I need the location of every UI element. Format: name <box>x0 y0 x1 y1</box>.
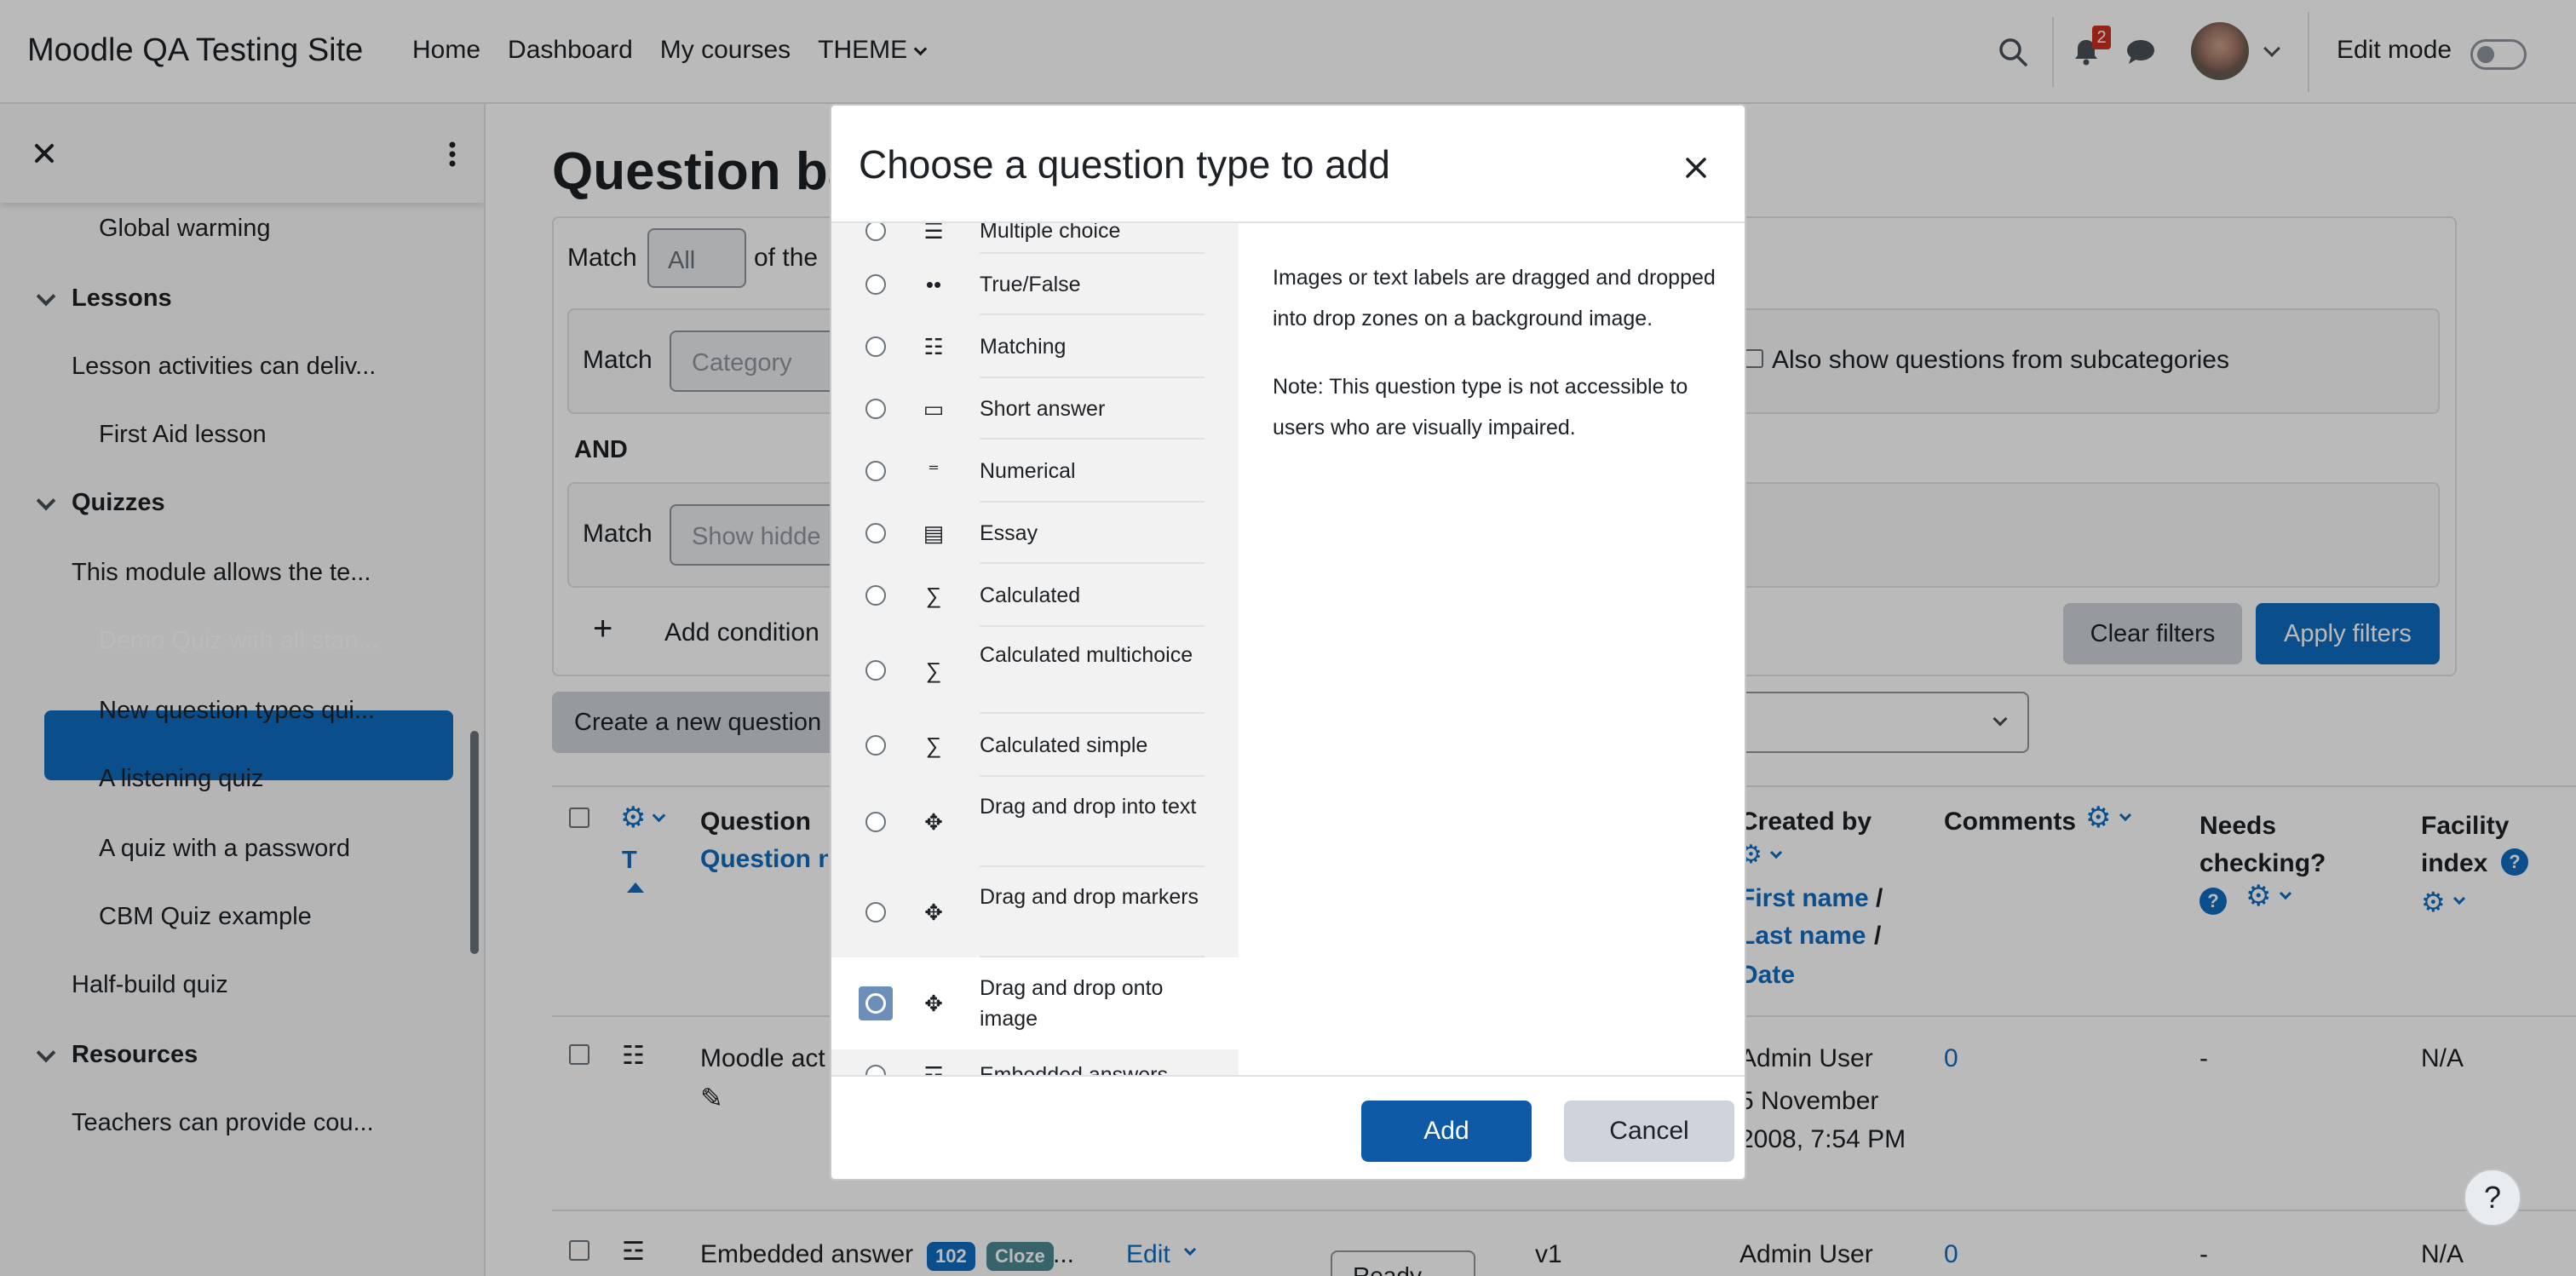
move-icon: ✥ <box>924 990 943 1016</box>
question-type-radio[interactable] <box>865 735 886 756</box>
question-type-option[interactable]: ☷ Matching <box>831 315 1239 378</box>
question-type-label: True/False <box>980 273 1081 296</box>
question-type-radio[interactable] <box>865 812 886 832</box>
question-type-option[interactable]: ∑ Calculated multichoice <box>831 627 1239 714</box>
cancel-button[interactable]: Cancel <box>1564 1101 1734 1162</box>
move-icon: ✥ <box>924 899 943 925</box>
help-button[interactable]: ? <box>2464 1169 2521 1227</box>
calculated-icon: ∑ <box>925 582 942 608</box>
calculated-icon: ∑ <box>925 732 942 758</box>
question-type-option[interactable]: ✥ Drag and drop onto image <box>831 957 1239 1049</box>
question-type-radio[interactable] <box>865 461 886 481</box>
question-type-label: Drag and drop onto image <box>980 976 1164 1031</box>
question-type-list: ☰ Multiple choice •• True/False ☷ Matching ▭ Sh… <box>831 223 1239 1075</box>
question-type-option[interactable]: ✥ Drag and drop into text <box>831 777 1239 867</box>
question-type-option[interactable]: ∑ Calculated simple <box>831 714 1239 777</box>
dialog-title: Choose a question type to add <box>859 142 1391 187</box>
help-button-label: ? <box>2483 1180 2502 1215</box>
embedded-icon: ☲ <box>923 1061 944 1076</box>
question-type-label: Numerical <box>980 459 1076 483</box>
essay-icon: ▤ <box>923 520 945 546</box>
question-type-chooser-dialog: Choose a question type to add ☰ Multiple … <box>830 104 1746 1181</box>
question-type-option[interactable]: ⁼ Numerical <box>831 440 1239 503</box>
accessibility-note: Note: This question type is not accessib… <box>1273 375 1688 440</box>
question-type-label: Multiple choice <box>980 223 1121 243</box>
short-answer-icon: ▭ <box>923 395 945 422</box>
question-type-label: Calculated <box>980 583 1081 607</box>
question-type-label: Short answer <box>980 397 1106 421</box>
question-type-option[interactable]: ∑ Calculated <box>831 564 1239 627</box>
question-type-radio[interactable] <box>865 902 886 923</box>
question-type-label: Calculated simple <box>980 733 1148 757</box>
move-icon: ✥ <box>924 808 943 835</box>
question-type-label: Essay <box>980 521 1038 545</box>
question-type-radio[interactable] <box>859 986 893 1020</box>
question-type-label: Calculated multichoice <box>980 643 1193 667</box>
question-type-radio[interactable] <box>865 336 886 357</box>
question-type-label: Embedded answers <box>980 1063 1168 1075</box>
dots-icon: •• <box>925 271 942 297</box>
question-type-radio[interactable] <box>865 274 886 295</box>
question-type-description: Images or text labels are dragged and dr… <box>1273 257 1716 448</box>
question-type-radio[interactable] <box>865 585 886 606</box>
description-text: Images or text labels are dragged and dr… <box>1273 266 1716 330</box>
question-type-option[interactable]: •• True/False <box>831 254 1239 315</box>
question-type-option[interactable]: ▤ Essay <box>831 503 1239 564</box>
add-button[interactable]: Add <box>1361 1101 1532 1162</box>
question-type-radio[interactable] <box>865 223 886 241</box>
list-icon: ☰ <box>923 223 944 244</box>
matching-icon: ☷ <box>923 333 944 359</box>
question-type-label: Drag and drop markers <box>980 885 1199 909</box>
question-type-option[interactable]: ▭ Short answer <box>831 378 1239 440</box>
dialog-footer-divider <box>831 1075 1745 1077</box>
question-type-option[interactable]: ☲ Embedded answers <box>831 1049 1239 1075</box>
question-type-option[interactable]: ✥ Drag and drop markers <box>831 867 1239 957</box>
question-type-radio[interactable] <box>865 1065 886 1075</box>
close-icon[interactable] <box>1683 155 1709 181</box>
question-type-option[interactable]: ☰ Multiple choice <box>831 223 1239 254</box>
question-type-label: Drag and drop into text <box>980 795 1197 819</box>
numerical-icon: ⁼ <box>928 457 940 484</box>
question-type-label: Matching <box>980 335 1067 359</box>
question-type-radio[interactable] <box>865 523 886 543</box>
question-type-radio[interactable] <box>865 399 886 419</box>
calculated-icon: ∑ <box>925 657 942 683</box>
question-type-radio[interactable] <box>865 660 886 681</box>
